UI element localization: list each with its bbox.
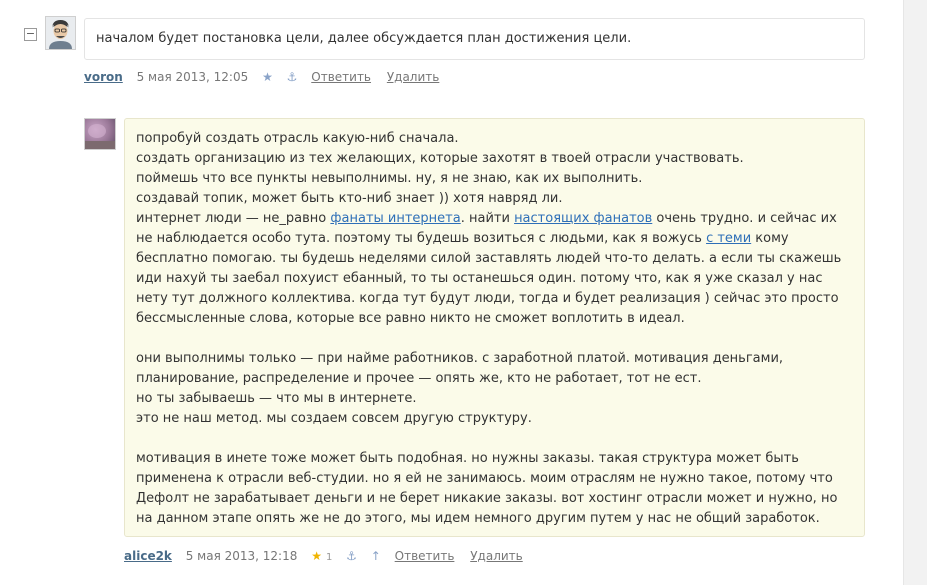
comment-paragraph: мотивация в инете тоже может быть подобн…	[136, 449, 853, 529]
delete-link[interactable]: Удалить	[470, 549, 523, 563]
avatar-alice2k[interactable]	[84, 118, 116, 150]
comment-meta: alice2k 5 мая 2013, 12:18 ★ 1 ⚓ ↑ Ответит…	[124, 548, 535, 566]
comment-text-segment: создать организацию из тех желающих, кот…	[136, 151, 744, 166]
comment-text: началом будет постановка цели, далее обс…	[96, 31, 632, 46]
author-link[interactable]: alice2k	[124, 549, 172, 563]
comment-text-segment: это не наш метод. мы создаем совсем друг…	[136, 411, 532, 426]
comment-paragraph: они выполнимы только — при найме работни…	[136, 349, 853, 429]
comment-text-segment: создавай топик, может быть кто-ниб знает…	[136, 191, 563, 206]
comment-text-segment: попробуй создать отрасль какую-ниб снача…	[136, 131, 459, 146]
avatar-photo-icon	[85, 119, 115, 149]
comment-date: 5 мая 2013, 12:05	[136, 70, 249, 84]
anchor-icon[interactable]: ⚓	[346, 549, 357, 563]
star-filled-icon[interactable]: ★	[311, 549, 322, 563]
comment-body-highlighted: попробуй создать отрасль какую-ниб снача…	[124, 118, 865, 537]
reply-link[interactable]: Ответить	[395, 549, 455, 563]
comment-body: началом будет постановка цели, далее обс…	[84, 18, 865, 60]
comment-meta: voron 5 мая 2013, 12:05 ★ ⚓ Ответить Уда…	[84, 69, 451, 85]
comment-text-segment: но ты забываешь — что мы в интернете.	[136, 391, 417, 406]
comment-paragraph: попробуй создать отрасль какую-ниб снача…	[136, 129, 853, 329]
comment-date: 5 мая 2013, 12:18	[185, 549, 298, 563]
author-link[interactable]: voron	[84, 70, 123, 84]
reply-link[interactable]: Ответить	[311, 70, 371, 84]
comment-text-segment: . найти	[460, 211, 515, 226]
avatar-man-icon	[46, 17, 75, 49]
comment-text-segment: мотивация в инете тоже может быть подобн…	[136, 451, 838, 526]
inline-link[interactable]: с теми	[706, 231, 751, 246]
page-right-gutter	[903, 0, 927, 585]
comment-text: попробуй создать отрасль какую-ниб снача…	[136, 129, 853, 529]
arrow-up-icon[interactable]: ↑	[371, 549, 381, 563]
star-icon[interactable]: ★	[262, 70, 273, 84]
favorite-count: 1	[325, 552, 333, 563]
comment-text-segment: поймешь что все пункты невыполнимы. ну, …	[136, 171, 643, 186]
avatar-voron[interactable]	[45, 16, 76, 50]
anchor-icon[interactable]: ⚓	[287, 70, 298, 84]
collapse-thread-button[interactable]: −	[24, 28, 37, 41]
inline-link[interactable]: настоящих фанатов	[514, 211, 652, 226]
delete-link[interactable]: Удалить	[387, 70, 440, 84]
comment-text-segment: интернет люди — не_равно	[136, 211, 331, 226]
comment-text-segment: они выполнимы только — при найме работни…	[136, 351, 784, 386]
inline-link[interactable]: фанаты интернета	[330, 211, 460, 226]
